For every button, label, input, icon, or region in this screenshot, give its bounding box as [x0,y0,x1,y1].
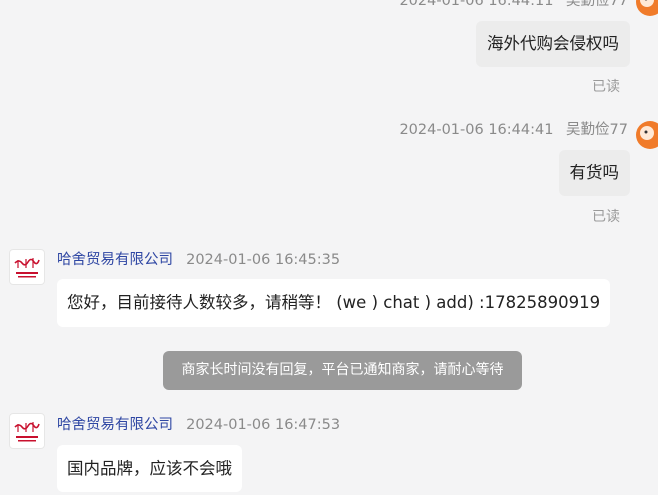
shop-logo-icon [14,258,40,278]
shop-avatar[interactable] [9,413,45,449]
message-meta: 2024-01-06 16:44:41 吴勤俭77 [399,118,628,139]
user-avatar[interactable] [630,0,658,22]
message-bubble[interactable]: 有货吗 [558,150,630,196]
read-status: 已读 [592,209,620,225]
message-time: 2024-01-06 16:44:41 [399,122,554,138]
message-meta: 哈舍贸易有限公司 2024-01-06 16:47:53 [57,413,340,434]
system-notice: 商家长时间没有回复，平台已通知商家，请耐心等待 [163,351,522,390]
shop-name[interactable]: 哈舍贸易有限公司 [57,252,173,268]
shop-logo-icon [14,422,40,442]
message-bubble[interactable]: 您好，目前接待人数较多，请稍等！ (we ) chat ) add) :1782… [57,279,611,327]
message-meta: 2024-01-06 16:44:11 吴勤俭77 [399,0,628,10]
shop-name[interactable]: 哈舍贸易有限公司 [57,417,173,433]
shop-avatar[interactable] [9,249,45,285]
fox-avatar-icon [636,0,658,16]
user-avatar[interactable] [630,118,658,152]
message-time: 2024-01-06 16:45:35 [186,252,341,268]
message-time: 2024-01-06 16:47:53 [186,417,341,433]
fox-avatar-icon [636,121,658,149]
message-meta: 哈舍贸易有限公司 2024-01-06 16:45:35 [57,248,340,269]
read-status: 已读 [592,79,620,95]
message-sender: 吴勤俭77 [566,0,628,9]
message-sender: 吴勤俭77 [566,122,628,138]
message-bubble[interactable]: 国内品牌，应该不会哦 [57,445,242,492]
message-bubble[interactable]: 海外代购会侵权吗 [476,21,630,67]
message-time: 2024-01-06 16:44:11 [399,0,554,9]
